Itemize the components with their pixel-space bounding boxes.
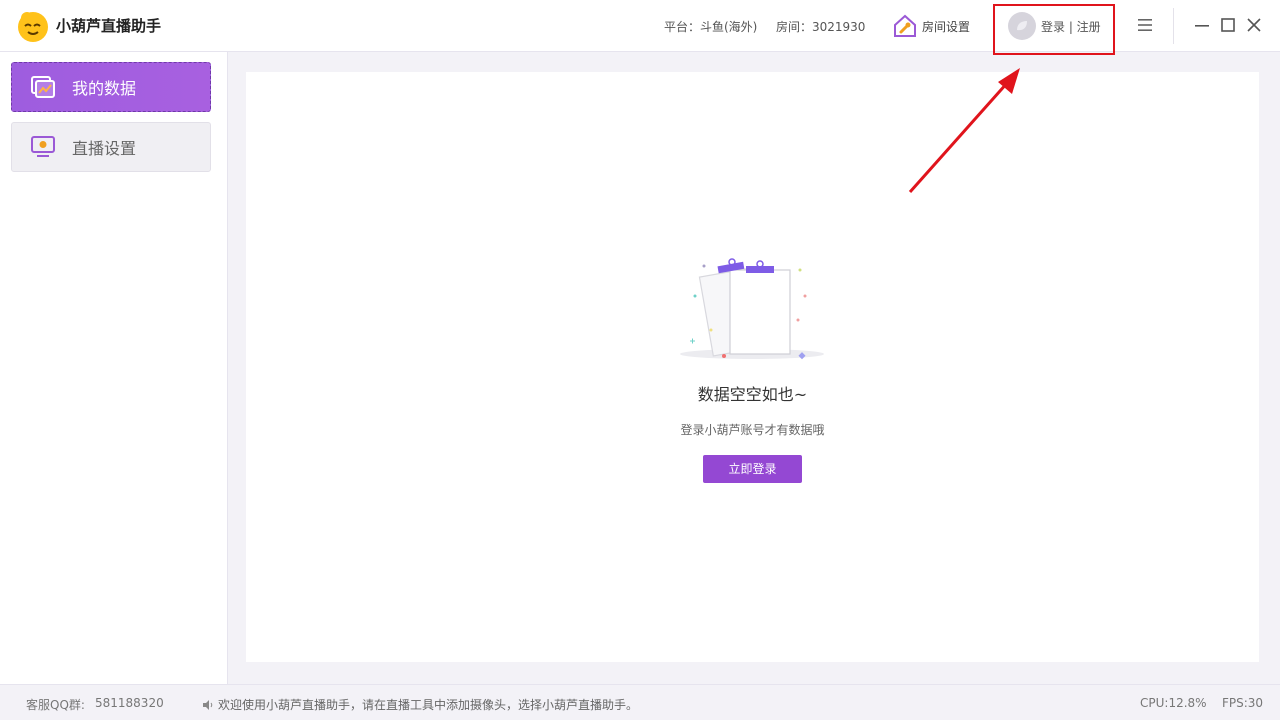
cpu-usage: CPU:12.8% — [1140, 696, 1207, 710]
maximize-icon[interactable] — [1219, 16, 1237, 34]
empty-state-title: 数据空空如也~ — [697, 385, 808, 404]
annotation-arrow-icon — [908, 68, 1020, 193]
login-highlight-box — [993, 4, 1115, 55]
login-now-button[interactable]: 立即登录 — [703, 455, 802, 483]
status-bar: 客服QQ群: 581188320 欢迎使用小葫芦直播助手，请在直播工具中添加摄像… — [0, 684, 1280, 720]
fps-value: FPS:30 — [1222, 696, 1264, 710]
minimize-icon[interactable] — [1193, 16, 1211, 34]
sidebar-item-label: 我的数据 — [72, 79, 137, 98]
menu-icon[interactable] — [1136, 16, 1154, 34]
app-title: 小葫芦直播助手 — [56, 17, 162, 35]
room-settings-label: 房间设置 — [922, 19, 971, 34]
sidebar-item-live-settings[interactable]: 直播设置 — [11, 122, 211, 172]
speaker-icon — [203, 699, 213, 710]
monitor-icon — [31, 136, 55, 157]
close-icon[interactable] — [1245, 16, 1263, 34]
platform-info: 平台：斗鱼(海外) — [664, 20, 758, 34]
titlebar-divider — [1173, 8, 1174, 44]
house-settings-icon — [894, 14, 916, 37]
qq-group-number: 581188320 — [95, 696, 164, 710]
main-panel: 数据空空如也~ 登录小葫芦账号才有数据哦 立即登录 — [246, 72, 1259, 662]
room-info: 房间：3021930 — [776, 20, 866, 34]
chart-icon — [31, 76, 55, 98]
sidebar: 我的数据 直播设置 — [0, 52, 228, 684]
sidebar-item-my-data[interactable]: 我的数据 — [11, 62, 211, 112]
app-logo-icon — [18, 12, 48, 42]
qq-group-label: 客服QQ群: — [26, 698, 85, 712]
empty-clipboard-icon — [680, 258, 824, 360]
sidebar-item-label: 直播设置 — [72, 139, 137, 158]
notice-label: 欢迎使用小葫芦直播助手，请在直播工具中添加摄像头，选择小葫芦直播助手。 — [218, 698, 639, 712]
empty-state-subtitle: 登录小葫芦账号才有数据哦 — [680, 423, 825, 437]
room-settings-button[interactable]: 房间设置 — [892, 12, 970, 40]
notice-text: 欢迎使用小葫芦直播助手，请在直播工具中添加摄像头，选择小葫芦直播助手。 — [202, 696, 638, 713]
